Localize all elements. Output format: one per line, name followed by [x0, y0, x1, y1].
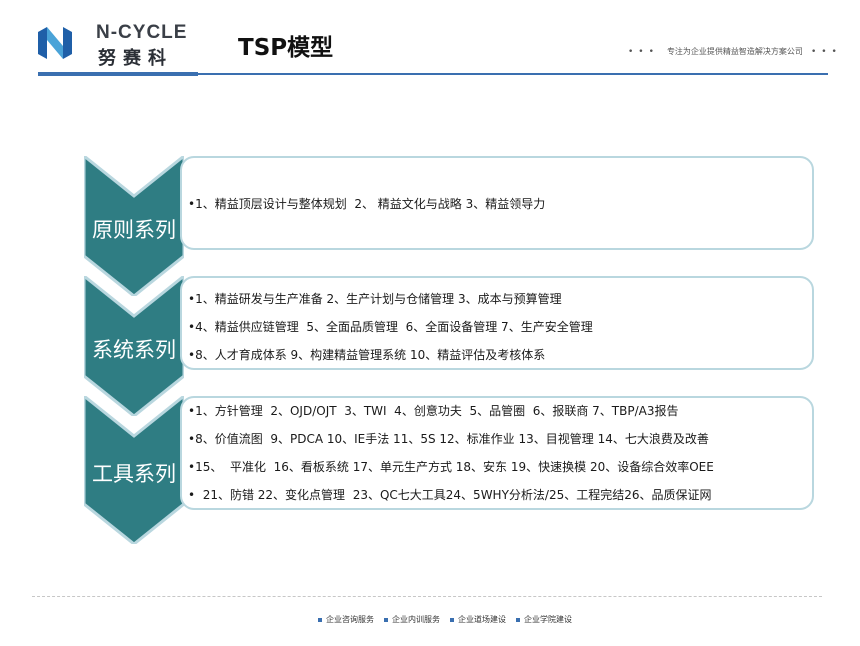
list-item: •1、精益顶层设计与整体规划 2、 精益文化与战略 3、精益领导力 [188, 197, 546, 211]
slogan-text: 专注为企业提供精益智造解决方案公司 [666, 47, 803, 56]
footer-link-item: 企业内训服务 [384, 614, 440, 625]
footer-link-item: 企业学院建设 [516, 614, 572, 625]
square-bullet-icon [384, 617, 388, 622]
square-bullet-icon [450, 617, 454, 622]
footer-link-item: 企业咨询服务 [318, 614, 374, 625]
dots-left-icon: ••• [628, 46, 659, 57]
page-title: TSP模型 [238, 35, 334, 61]
slogan-row: ••• 专注为企业提供精益智造解决方案公司 ••• [620, 46, 850, 57]
footer-divider [32, 596, 822, 597]
list-item: •1、精益研发与生产准备 2、生产计划与仓储管理 3、成本与预算管理 [188, 292, 562, 306]
section-label: 工具系列 [92, 462, 176, 486]
footer-links: 企业咨询服务 企业内训服务 企业道场建设 企业学院建设 [318, 614, 572, 625]
list-item: •8、价值流图 9、PDCA 10、IE手法 11、5S 12、标准作业 13、… [188, 432, 709, 446]
brand-name-cn: 努赛科 [98, 48, 173, 69]
section-box: •1、方针管理 2、OJD/OJT 3、TWI 4、创意功夫 5、品管圈 6、报… [180, 396, 814, 510]
list-item: •4、精益供应链管理 5、全面品质管理 6、全面设备管理 7、生产安全管理 [188, 320, 593, 334]
list-item: • 21、防错 22、变化点管理 23、QC七大工具24、5WHY分析法/25、… [188, 488, 712, 502]
list-item: •8、人才育成体系 9、构建精益管理系统 10、精益评估及考核体系 [188, 348, 546, 362]
section-label: 系统系列 [92, 338, 176, 362]
list-item: •1、方针管理 2、OJD/OJT 3、TWI 4、创意功夫 5、品管圈 6、报… [188, 404, 679, 418]
header-divider [38, 72, 828, 76]
section-label: 原则系列 [92, 218, 176, 242]
square-bullet-icon [318, 617, 322, 622]
section-box: •1、精益顶层设计与整体规划 2、 精益文化与战略 3、精益领导力 [180, 156, 814, 250]
brand-name-en: N-CYCLE [96, 22, 188, 43]
n-cycle-logo-icon [38, 27, 72, 59]
list-item: •15、 平准化 16、看板系统 17、单元生产方式 18、安东 19、快速换模… [188, 460, 714, 474]
footer-link-item: 企业道场建设 [450, 614, 506, 625]
dots-right-icon: ••• [810, 46, 842, 57]
section-box: •1、精益研发与生产准备 2、生产计划与仓储管理 3、成本与预算管理 •4、精益… [180, 276, 814, 370]
square-bullet-icon [516, 617, 520, 622]
